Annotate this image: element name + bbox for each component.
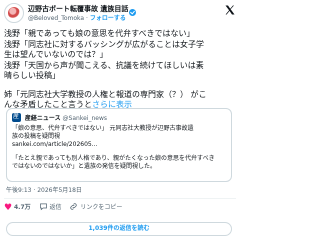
quoted-line: 族の投稿を疑問視 bbox=[12, 133, 61, 140]
like-count: 4.7万 bbox=[14, 204, 31, 211]
separator-dot: · bbox=[86, 15, 88, 22]
quoted-header: 産経ニュース @Sankei_news bbox=[12, 112, 107, 123]
quoted-text: 「娘の意思、代弁すべきではない」 元同志社大教授が辺野古事故遺 族の投稿を疑問視… bbox=[12, 125, 228, 171]
verified-badge-icon bbox=[129, 9, 137, 16]
quoted-avatar bbox=[12, 112, 21, 122]
reply-icon bbox=[39, 203, 47, 211]
tweet-line: 生は望んでいないのでは？」 bbox=[4, 50, 108, 59]
author-display-name[interactable]: 辺野古ボート転覆事故 遺族目話 bbox=[28, 5, 128, 13]
quoted-line: ではないのではないか」と遺族の発信を疑問視した。 bbox=[12, 163, 157, 170]
like-button[interactable]: ♥ 4.7万 bbox=[4, 202, 31, 214]
read-replies-button[interactable]: 1,039件の返信を読む bbox=[6, 222, 232, 236]
quoted-line: 「たとえ親であっても別人格であり、親がたくなった娘の意思を代弁すべき bbox=[12, 155, 215, 162]
reply-label: 返信 bbox=[49, 204, 62, 211]
author-handle-row: @Beloved_Tomoka · フォローする bbox=[28, 14, 126, 23]
tweet-timestamp[interactable]: 午後9:13 · 2026年5月18日 bbox=[6, 187, 82, 195]
quoted-link[interactable]: sankei.com/article/202605... bbox=[12, 141, 228, 149]
tweet-line: 浅野「天国から声が聞こえる、抗議を続けてほしいは素 bbox=[4, 60, 204, 70]
x-logo-icon[interactable] bbox=[224, 4, 236, 16]
quoted-tweet-card[interactable]: 産経ニュース @Sankei_news 「娘の意思、代弁すべきではない」 元同志… bbox=[6, 108, 232, 182]
link-icon bbox=[70, 203, 78, 210]
quoted-author-handle: @Sankei_news bbox=[62, 115, 107, 122]
copy-link-button[interactable]: リンクをコピー bbox=[69, 202, 122, 214]
author-handle[interactable]: @Beloved_Tomoka bbox=[28, 15, 84, 22]
tweet-line: 浅野「同志社に対するバッシングが広がることは女子学 bbox=[4, 39, 204, 49]
quoted-line: 「娘の意思、代弁すべきではない」 元同志社大教授が辺野古事故遺 bbox=[12, 125, 194, 132]
avatar[interactable] bbox=[4, 3, 24, 23]
follow-button[interactable]: フォローする bbox=[90, 15, 126, 22]
action-bar: ♥ 4.7万 返信 リンクをコピー bbox=[4, 202, 128, 214]
tweet-text: 浅野「親であっても娘の意思を代弁すべきではない」 浅野「同志社に対するバッシング… bbox=[4, 29, 237, 111]
copy-link-label: リンクをコピー bbox=[80, 204, 123, 211]
tweet-header: 辺野古ボート転覆事故 遺族目話 @Beloved_Tomoka · フォローする bbox=[4, 3, 236, 27]
quoted-author-name: 産経ニュース bbox=[24, 115, 61, 122]
tweet-line: 姉「元同志社大学教授の人権と報道の専門家（？） がこ bbox=[4, 89, 207, 99]
divider bbox=[4, 198, 236, 199]
tweet-line: 晴らしい投稿」 bbox=[4, 71, 60, 80]
heart-icon: ♥ bbox=[4, 203, 13, 213]
reply-button[interactable]: 返信 bbox=[39, 202, 62, 214]
tweet-line: 浅野「親であっても娘の意思を代弁すべきではない」 bbox=[4, 29, 195, 38]
